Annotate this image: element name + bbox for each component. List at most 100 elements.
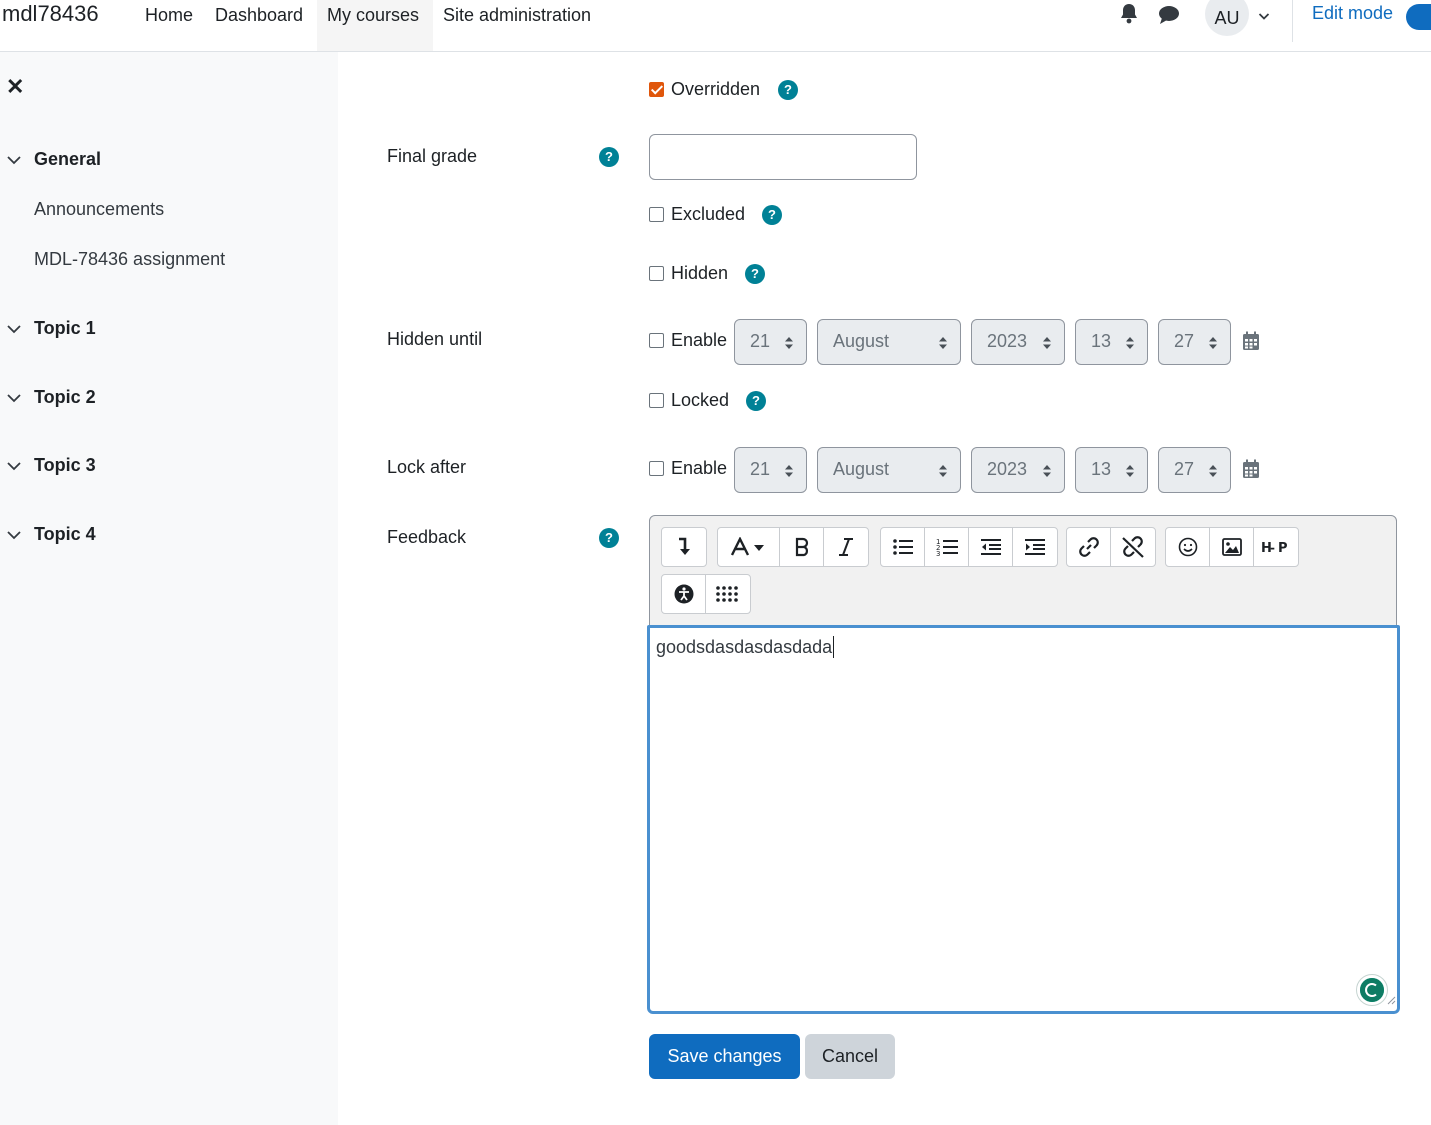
help-icon[interactable]: ?: [745, 264, 765, 284]
outdent-button[interactable]: [969, 528, 1013, 566]
calendar-icon[interactable]: [1242, 459, 1260, 484]
ordered-list-button[interactable]: 123: [925, 528, 969, 566]
bold-button[interactable]: [780, 528, 824, 566]
nav-site-administration[interactable]: Site administration: [433, 0, 601, 51]
close-drawer-icon[interactable]: ✕: [6, 76, 24, 98]
grammar-assistant-icon[interactable]: [1356, 974, 1388, 1006]
nav-home[interactable]: Home: [135, 0, 203, 51]
hidden-until-month-select[interactable]: August: [817, 319, 961, 365]
section-topic-2[interactable]: Topic 2: [6, 386, 96, 408]
site-name[interactable]: mdl78436: [2, 1, 99, 27]
chevron-down-icon[interactable]: [6, 149, 34, 170]
unordered-list-button[interactable]: [881, 528, 925, 566]
help-icon[interactable]: ?: [762, 205, 782, 225]
image-icon: [1221, 538, 1242, 556]
excluded-checkbox[interactable]: [649, 207, 664, 222]
final-grade-input[interactable]: [649, 134, 917, 180]
messages-icon[interactable]: [1158, 5, 1180, 30]
lock-after-month-select[interactable]: August: [817, 447, 961, 493]
font-style-icon: [730, 537, 764, 556]
h5p-button[interactable]: H-P: [1254, 528, 1298, 566]
lock-after-minute-select[interactable]: 27: [1158, 447, 1231, 493]
accessibility-icon: [674, 584, 693, 604]
locked-checkbox[interactable]: [649, 393, 664, 408]
lock-after-label: Lock after: [387, 457, 467, 477]
hidden-row: Hidden: [649, 263, 728, 284]
accessibility-checker-button[interactable]: [662, 575, 706, 613]
link-icon: [1078, 537, 1099, 557]
chevron-down-icon[interactable]: [6, 318, 34, 339]
user-avatar[interactable]: AU: [1205, 0, 1249, 36]
hidden-until-day-select[interactable]: 21: [734, 319, 807, 365]
hidden-checkbox[interactable]: [649, 266, 664, 281]
unlink-button[interactable]: [1111, 528, 1155, 566]
unlink-icon: [1122, 536, 1144, 558]
lock-after-hour-select[interactable]: 13: [1075, 447, 1148, 493]
nav-my-courses[interactable]: My courses: [317, 0, 433, 51]
chevron-down-icon[interactable]: [6, 455, 34, 476]
resize-handle-icon[interactable]: [1386, 992, 1396, 1010]
lock-after-enable[interactable]: Enable: [649, 458, 727, 479]
bold-icon: [795, 537, 808, 557]
toolbar-group-collapse: [661, 527, 707, 567]
toolbar-group-lists: 123: [880, 527, 1058, 567]
save-changes-button[interactable]: Save changes: [649, 1034, 800, 1079]
list-number-icon: 123: [936, 538, 958, 557]
image-button[interactable]: [1210, 528, 1254, 566]
indent-icon: [1025, 539, 1045, 555]
chevron-down-icon[interactable]: [6, 524, 34, 545]
edit-mode-toggle[interactable]: [1406, 4, 1431, 30]
bell-icon[interactable]: [1119, 3, 1139, 30]
sort-arrows-icon: [1208, 462, 1218, 483]
sort-arrows-icon: [1208, 334, 1218, 355]
edit-mode-label[interactable]: Edit mode: [1312, 3, 1393, 24]
paragraph-styles-button[interactable]: [718, 528, 780, 566]
hidden-until-hour-select[interactable]: 13: [1075, 319, 1148, 365]
chevron-down-icon[interactable]: [1258, 8, 1270, 26]
toolbar-group-links: [1066, 527, 1156, 567]
nav-dashboard[interactable]: Dashboard: [205, 0, 313, 51]
activity-assignment[interactable]: MDL-78436 assignment: [34, 249, 225, 270]
emoji-button[interactable]: [1166, 528, 1210, 566]
level-down-icon: [679, 537, 690, 555]
hidden-label: Hidden: [671, 263, 729, 283]
smiley-icon: [1178, 537, 1197, 557]
help-icon[interactable]: ?: [746, 391, 766, 411]
section-topic-4[interactable]: Topic 4: [6, 523, 96, 545]
feedback-textarea[interactable]: goodsdasdasdasdada: [647, 625, 1400, 1014]
course-index-drawer: ✕ General Announcements MDL-78436 assign…: [0, 52, 338, 1125]
lock-after-year-select[interactable]: 2023: [971, 447, 1065, 493]
more-tools-button[interactable]: [706, 575, 750, 613]
locked-label: Locked: [671, 390, 730, 410]
section-topic-3[interactable]: Topic 3: [6, 454, 96, 476]
lock-after-enable-checkbox[interactable]: [649, 461, 664, 476]
hidden-until-enable[interactable]: Enable: [649, 330, 727, 351]
calendar-icon[interactable]: [1242, 331, 1260, 356]
toolbar-group-tools: [661, 574, 751, 614]
toolbar-group-style: [717, 527, 869, 567]
activity-announcements[interactable]: Announcements: [34, 199, 164, 220]
overridden-checkbox[interactable]: [649, 82, 664, 97]
hidden-until-enable-checkbox[interactable]: [649, 333, 664, 348]
link-button[interactable]: [1067, 528, 1111, 566]
indent-button[interactable]: [1013, 528, 1057, 566]
grade-edit-form: Overridden ? Final grade ? Excluded ? Hi…: [338, 52, 1431, 1125]
section-topic-1[interactable]: Topic 1: [6, 317, 96, 339]
sort-arrows-icon: [784, 334, 794, 355]
collapse-toolbar-button[interactable]: [662, 528, 706, 566]
help-icon[interactable]: ?: [599, 528, 619, 548]
final-grade-label: Final grade: [387, 146, 478, 166]
help-icon[interactable]: ?: [778, 80, 798, 100]
lock-after-day-select[interactable]: 21: [734, 447, 807, 493]
feedback-label: Feedback: [387, 527, 467, 547]
svg-text:P: P: [1278, 541, 1288, 554]
cancel-button[interactable]: Cancel: [805, 1034, 895, 1079]
excluded-row: Excluded: [649, 204, 745, 225]
nav-divider: [1292, 0, 1293, 42]
chevron-down-icon[interactable]: [6, 387, 34, 408]
hidden-until-year-select[interactable]: 2023: [971, 319, 1065, 365]
section-general[interactable]: General: [6, 148, 101, 170]
help-icon[interactable]: ?: [599, 147, 619, 167]
hidden-until-minute-select[interactable]: 27: [1158, 319, 1231, 365]
italic-button[interactable]: [824, 528, 868, 566]
